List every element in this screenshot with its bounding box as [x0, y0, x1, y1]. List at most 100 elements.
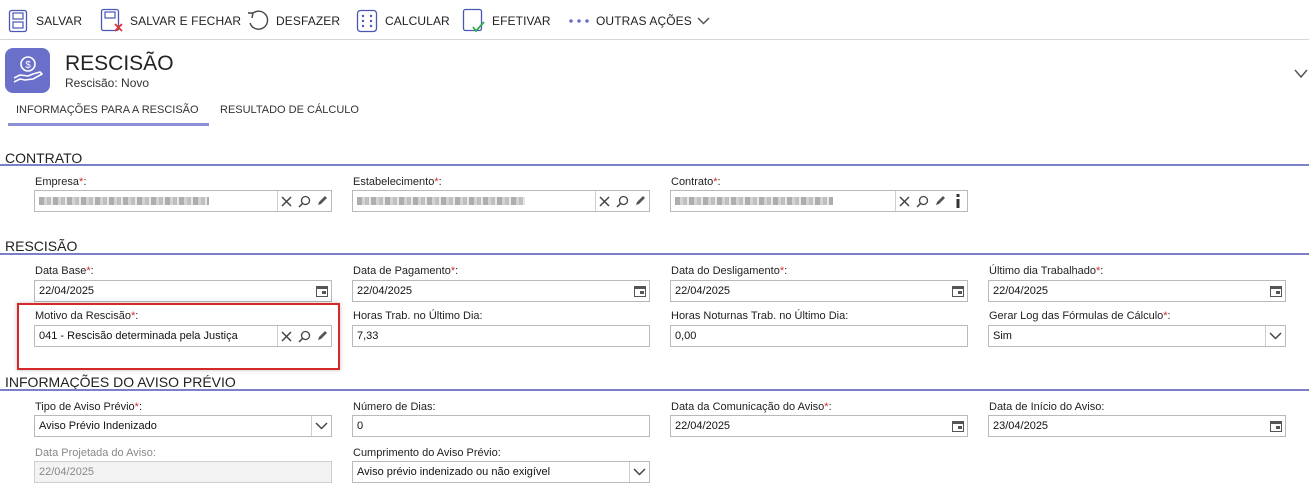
empresa-field[interactable]	[34, 190, 332, 212]
empresa-value	[35, 195, 277, 207]
gerar-log-select[interactable]: Sim	[988, 325, 1286, 347]
data-comunicacao-field[interactable]: 22/04/2025	[670, 415, 968, 437]
toolbar: SALVAR SALVAR E FECHAR DESFAZER CALCULAR…	[0, 0, 1309, 40]
redacted-value	[357, 197, 525, 206]
chevron-down-icon[interactable]	[311, 416, 331, 436]
search-icon[interactable]	[913, 191, 931, 211]
data-projetada-value: 22/04/2025	[39, 466, 95, 478]
data-desligamento-value: 22/04/2025	[675, 285, 731, 297]
section-divider	[0, 389, 1309, 391]
collapse-chevron-icon[interactable]	[1294, 68, 1308, 80]
undo-label: DESFAZER	[276, 14, 341, 28]
numero-dias-value: 0	[357, 420, 364, 432]
clear-icon[interactable]	[895, 191, 913, 211]
calculate-label: CALCULAR	[385, 14, 450, 28]
cumprimento-value: Aviso prévio indenizado ou não exigível	[357, 466, 551, 478]
estabelecimento-value	[353, 195, 595, 207]
ultimo-dia-field[interactable]: 22/04/2025	[988, 280, 1286, 302]
page-subtitle: Rescisão: Novo	[65, 76, 150, 90]
more-actions-button[interactable]: OUTRAS AÇÕES	[568, 6, 710, 36]
data-pagamento-label: Data de Pagamento*:	[353, 265, 459, 277]
data-inicio-label: Data de Início do Aviso:	[989, 401, 1105, 413]
save-close-icon	[100, 8, 124, 34]
edit-pencil-icon[interactable]	[931, 191, 949, 211]
horas-trab-label: Horas Trab. no Último Dia:	[353, 310, 483, 322]
data-pagamento-value: 22/04/2025	[357, 285, 413, 297]
clear-icon[interactable]	[595, 191, 613, 211]
horas-noturnas-value: 0,00	[675, 330, 697, 342]
undo-button[interactable]: DESFAZER	[246, 6, 340, 36]
gerar-log-value: Sim	[993, 330, 1012, 342]
ultimo-dia-value: 22/04/2025	[993, 285, 1049, 297]
highlight-box	[17, 303, 340, 370]
empresa-label: Empresa*:	[35, 176, 87, 188]
horas-noturnas-label: Horas Noturnas Trab. no Último Dia:	[671, 310, 849, 322]
numero-dias-field[interactable]: 0	[352, 415, 650, 437]
effectuate-button[interactable]: EFETIVAR	[462, 6, 551, 36]
calendar-icon[interactable]	[949, 281, 967, 301]
effectuate-label: EFETIVAR	[492, 14, 551, 28]
tipo-aviso-label: Tipo de Aviso Prévio*:	[35, 401, 143, 413]
calendar-icon[interactable]	[949, 416, 967, 436]
contrato-field[interactable]	[670, 190, 968, 212]
active-tab-indicator	[8, 123, 209, 126]
tipo-aviso-value: Aviso Prévio Indenizado	[39, 420, 157, 432]
section-divider	[0, 164, 1309, 166]
save-label: SALVAR	[36, 14, 83, 28]
horas-noturnas-field[interactable]: 0,00	[670, 325, 968, 347]
contrato-label: Contrato*:	[671, 176, 721, 188]
data-comunicacao-label: Data da Comunicação do Aviso*:	[671, 401, 832, 413]
search-icon[interactable]	[295, 191, 313, 211]
save-and-close-button[interactable]: SALVAR E FECHAR	[100, 6, 241, 36]
calendar-icon[interactable]	[1267, 416, 1285, 436]
data-base-field[interactable]: 22/04/2025	[34, 280, 332, 302]
tab-informacoes-rescisao[interactable]: INFORMAÇÕES PARA A RESCISÃO	[16, 104, 199, 116]
undo-icon	[246, 8, 270, 34]
data-inicio-value: 23/04/2025	[993, 420, 1049, 432]
data-desligamento-field[interactable]: 22/04/2025	[670, 280, 968, 302]
section-title-aviso: INFORMAÇÕES DO AVISO PRÉVIO	[5, 374, 236, 390]
calendar-icon[interactable]	[1267, 281, 1285, 301]
estabelecimento-field[interactable]	[352, 190, 650, 212]
horas-trab-field[interactable]: 7,33	[352, 325, 650, 347]
hand-coin-icon: $	[13, 55, 43, 83]
edit-pencil-icon[interactable]	[631, 191, 649, 211]
estabelecimento-label: Estabelecimento*:	[353, 176, 442, 188]
save-and-close-label: SALVAR E FECHAR	[130, 14, 242, 28]
numero-dias-label: Número de Dias:	[353, 401, 436, 413]
search-icon[interactable]	[613, 191, 631, 211]
ultimo-dia-label: Último dia Trabalhado*:	[989, 265, 1104, 277]
data-base-value: 22/04/2025	[39, 285, 95, 297]
redacted-value	[39, 197, 209, 206]
gerar-log-label: Gerar Log das Fórmulas de Cálculo*:	[989, 310, 1171, 322]
calendar-icon[interactable]	[313, 281, 331, 301]
calculate-button[interactable]: CALCULAR	[355, 6, 450, 36]
section-divider	[0, 253, 1309, 255]
redacted-value	[675, 197, 833, 206]
app-icon: $	[5, 48, 50, 93]
page-title: RESCISÃO	[65, 52, 174, 75]
contrato-value	[671, 195, 895, 207]
calendar-icon[interactable]	[631, 281, 649, 301]
cumprimento-select[interactable]: Aviso prévio indenizado ou não exigível	[352, 461, 650, 483]
cumprimento-label: Cumprimento do Aviso Prévio:	[353, 447, 501, 459]
data-projetada-label: Data Projetada do Aviso:	[35, 447, 156, 459]
calculator-icon	[355, 8, 379, 34]
chevron-down-icon[interactable]	[1265, 326, 1285, 346]
clear-icon[interactable]	[277, 191, 295, 211]
edit-pencil-icon[interactable]	[313, 191, 331, 211]
tab-resultado-calculo[interactable]: RESULTADO DE CÁLCULO	[220, 104, 359, 116]
more-actions-label: OUTRAS AÇÕES	[596, 14, 692, 28]
data-desligamento-label: Data do Desligamento*:	[671, 265, 788, 277]
section-title-rescisao: RESCISÃO	[5, 238, 78, 254]
tipo-aviso-select[interactable]: Aviso Prévio Indenizado	[34, 415, 332, 437]
info-icon[interactable]	[949, 191, 967, 211]
chevron-down-icon[interactable]	[629, 462, 649, 482]
save-icon	[6, 8, 30, 34]
data-pagamento-field[interactable]: 22/04/2025	[352, 280, 650, 302]
data-inicio-field[interactable]: 23/04/2025	[988, 415, 1286, 437]
data-projetada-field: 22/04/2025	[34, 461, 332, 483]
more-dots-icon	[568, 8, 592, 34]
chevron-down-icon	[697, 17, 710, 25]
save-button[interactable]: SALVAR	[6, 6, 82, 36]
